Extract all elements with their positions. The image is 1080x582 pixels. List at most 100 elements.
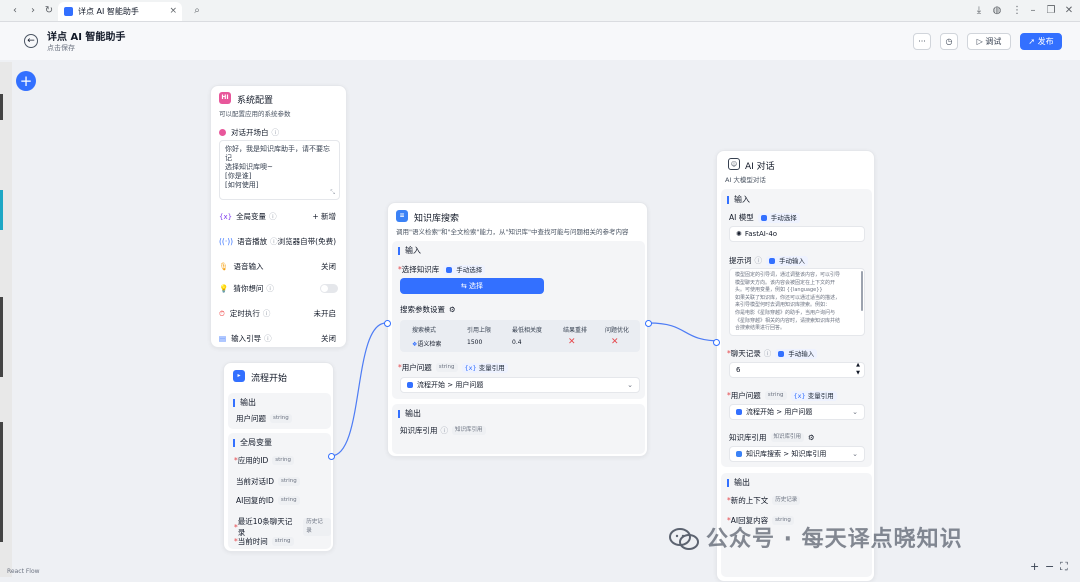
system-config-node[interactable]: HI 系统配置 可以配置应用的系统参数 对话开场白 ⓘ 你好，我是知识库助手，请… (210, 85, 347, 348)
stepper-arrows-icon[interactable]: ▲ ▼ (856, 361, 860, 377)
hi-icon: HI (219, 92, 231, 104)
database-icon (736, 451, 742, 457)
tts-value[interactable]: 浏览器自带(免费) (278, 236, 336, 247)
ai-question-row: * 用户问题 string {x} 变量引用 (727, 390, 837, 401)
select-kb-button[interactable]: ⇆ 选择 (400, 278, 544, 294)
scrollbar[interactable] (861, 271, 863, 311)
react-flow-attribution[interactable]: React Flow (7, 568, 40, 575)
output-handle[interactable] (645, 320, 652, 327)
node-title: 流程开始 (251, 374, 288, 384)
input-handle[interactable] (713, 339, 720, 346)
node-desc: 调用"语义检索"和"全文检索"能力，从"知识库"中查找可能与问题相关的参考内容 (396, 228, 629, 236)
type-chip: 知识库引用 (770, 433, 805, 442)
opening-textarea[interactable]: 你好，我是知识库助手，请不要忘记 选择知识库噢~ [你是谁] [如何使用] ⤡ (219, 140, 340, 200)
input-icon (769, 257, 775, 264)
table-cell: ❖语义检索 (412, 341, 442, 348)
prompt-line: 你是电影《星际穿越》的助手，当用户询问与 (735, 309, 836, 316)
section-title: 输入 (398, 247, 421, 255)
speaker-icon: ((·)) (219, 237, 234, 246)
history-row: * 聊天记录 ⓘ 手动输入 (727, 348, 818, 359)
input-icon (778, 350, 785, 357)
guess-toggle[interactable] (320, 284, 338, 293)
ai-question-select[interactable]: 流程开始 > 用户问题 ⌄ (729, 404, 865, 420)
prompt-line: 模型固定的引导词，通过调整该内容，可以引导 (735, 272, 841, 278)
help-icon: ⓘ (264, 334, 272, 343)
table-cell: 1500 (467, 339, 483, 346)
fit-view-button[interactable]: ⛶ (1060, 560, 1068, 574)
search-params-table[interactable]: 搜索模式 引用上限 最低相关度 结果重排 问题优化 ❖语义检索 1500 0.4… (400, 320, 640, 352)
openai-icon: ✺ (736, 230, 742, 238)
kb-quote-select[interactable]: 知识库搜索 > 知识库引用 ⌄ (729, 446, 865, 462)
type-chip: string (277, 496, 300, 505)
node-title: 知识库搜索 (414, 214, 460, 224)
select-icon (760, 214, 767, 221)
node-desc: AI 大模型对话 (725, 176, 766, 184)
prompt-row: 提示词 ⓘ 手动输入 (729, 255, 808, 266)
type-chip: string (435, 363, 458, 372)
var-ref-chip[interactable]: {x} 变量引用 (790, 390, 837, 401)
manual-select-chip[interactable]: 手动选择 (443, 264, 486, 275)
zoom-in-button[interactable]: + (1030, 560, 1039, 573)
output-item: 知识库引用 ⓘ 知识库引用 (400, 425, 486, 436)
braces-icon: {x} (219, 212, 233, 221)
help-icon: ⓘ (266, 284, 274, 293)
edge-kb-to-ai (648, 322, 723, 342)
type-chip: string (272, 456, 295, 465)
guess-row: 💡 猜你想问 ⓘ (219, 284, 274, 293)
global-var-item: * 最近10条聊天记录 历史记录 (234, 516, 331, 538)
chevron-down-icon: ⌄ (852, 408, 858, 416)
settings-icon[interactable]: ⚙ (808, 433, 815, 442)
optimize-off-icon: ✕ (611, 337, 619, 347)
ai-chat-node[interactable]: ☺ AI 对话 AI 大模型对话 输入 AI 模型 手动选择 ✺ FastAI-4o… (713, 150, 875, 582)
scheduled-value[interactable]: 未开启 (314, 308, 337, 319)
manual-input-chip[interactable]: 手动输入 (775, 348, 818, 359)
rerank-off-icon: ✕ (568, 337, 576, 347)
ai-input-section: 输入 AI 模型 手动选择 ✺ FastAI-4o 提示词 ⓘ 手动输入 模型固定的引导… (721, 189, 872, 467)
kb-quote-row: 知识库引用 知识库引用 ⚙ (729, 433, 815, 442)
braces-icon: {x} (464, 363, 479, 372)
prompt-textarea[interactable]: 模型固定的引导词，通过调整该内容，可以引导 模型聊天方向。该内容会被固定在上下文… (729, 268, 865, 336)
section-title: 输入 (727, 196, 750, 204)
help-icon: ⓘ (271, 128, 280, 137)
add-global-var-button[interactable]: + 新增 (312, 211, 336, 222)
var-ref-chip[interactable]: {x} 变量引用 (461, 362, 508, 373)
input-guide-value[interactable]: 关闭 (321, 333, 336, 344)
type-chip: 历史记录 (303, 518, 331, 536)
table-header: 最低相关度 (512, 327, 543, 334)
chevron-down-icon: ⌄ (852, 450, 858, 458)
voice-input-value[interactable]: 关闭 (321, 261, 336, 272)
braces-icon: {x} (793, 391, 808, 400)
opening-line: [你是谁] (225, 172, 252, 180)
guide-icon: ▤ (219, 334, 227, 343)
input-handle[interactable] (384, 320, 391, 327)
table-header: 问题优化 (605, 327, 630, 334)
user-question-select[interactable]: 流程开始 > 用户问题 ⌄ (400, 377, 640, 393)
opening-line: [如何使用] (225, 181, 259, 189)
select-icon: ⇆ (460, 282, 470, 290)
kb-search-node[interactable]: ≡ 知识库搜索 调用"语义检索"和"全文检索"能力，从"知识库"中查找可能与问题… (384, 202, 652, 457)
settings-icon[interactable]: ⚙ (449, 305, 456, 314)
zoom-out-button[interactable]: − (1045, 560, 1054, 573)
type-chip: 知识库引用 (452, 426, 486, 435)
manual-input-chip[interactable]: 手动输入 (766, 255, 808, 266)
manual-select-chip[interactable]: 手动选择 (757, 212, 800, 223)
resize-icon[interactable]: ⤡ (330, 188, 335, 197)
select-kb-row: * 选择知识库 手动选择 (398, 264, 486, 275)
wechat-logo-icon (669, 528, 699, 550)
node-title: 系统配置 (237, 96, 274, 106)
help-icon: ⓘ (270, 237, 278, 246)
global-var-item: 当前对话ID string (236, 476, 300, 487)
model-select[interactable]: ✺ FastAI-4o (729, 226, 865, 242)
history-stepper[interactable]: 6 ▲ ▼ (729, 362, 865, 378)
help-icon: ⓘ (269, 212, 277, 221)
alarm-icon: ⏱ (219, 308, 225, 318)
type-chip: string (278, 477, 300, 486)
global-var-item: * 当前时间 string (234, 536, 294, 547)
output-handle[interactable] (328, 453, 335, 460)
watermark: 公众号 · 每天译点晓知识 (706, 527, 963, 552)
opening-line: 选择知识库噢~ (225, 163, 273, 171)
node-title: AI 对话 (745, 162, 775, 172)
flow-start-node[interactable]: ▸ 流程开始 输出 用户问题 string 全局变量 * 应用的ID string 当… (223, 362, 335, 552)
help-icon: ⓘ (440, 426, 449, 435)
start-output-section: 输出 用户问题 string (228, 393, 331, 429)
